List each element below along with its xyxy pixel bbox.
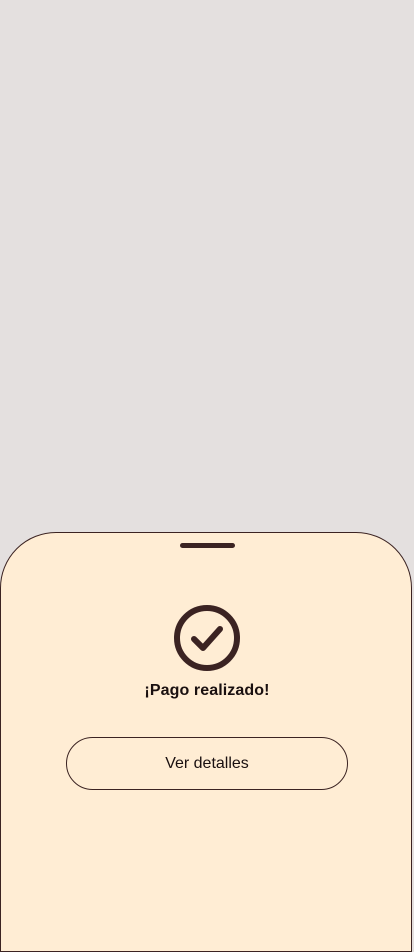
payment-success-bottom-sheet: ¡Pago realizado! Ver detalles: [0, 532, 412, 952]
sheet-drag-handle[interactable]: [180, 543, 235, 548]
view-details-button[interactable]: Ver detalles: [66, 737, 348, 790]
payment-success-title: ¡Pago realizado!: [144, 682, 270, 699]
check-circle-icon: [174, 605, 240, 671]
